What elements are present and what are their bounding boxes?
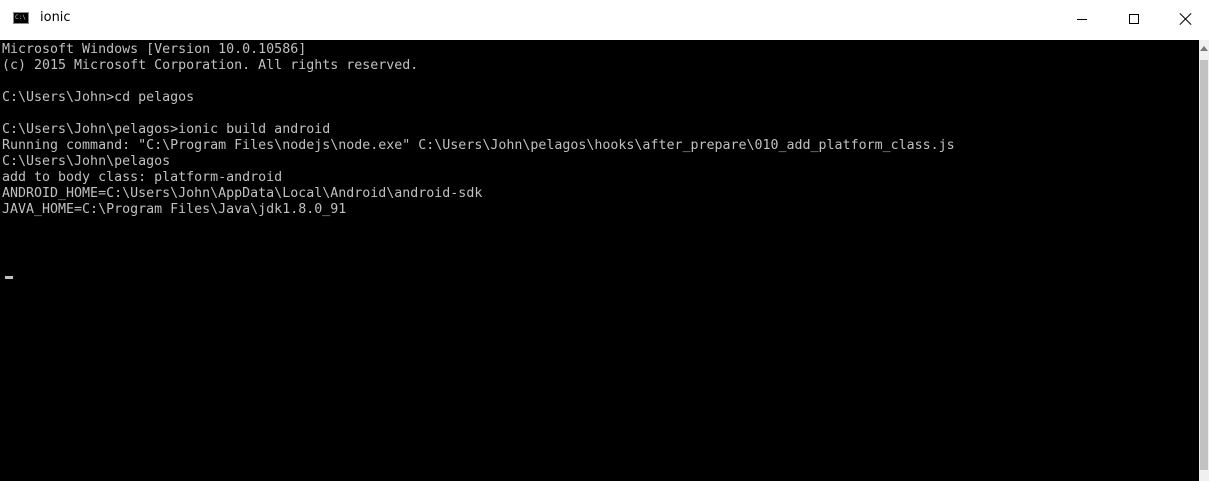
scroll-up-arrow-icon[interactable] — [1200, 46, 1208, 51]
console-line: C:\Users\John\pelagos>ionic build androi… — [2, 122, 331, 137]
console-text: Microsoft Windows [Version 10.0.10586] (… — [2, 42, 955, 218]
maximize-icon — [1129, 14, 1139, 24]
console-line: (c) 2015 Microsoft Corporation. All righ… — [2, 58, 419, 73]
scrollbar-thumb[interactable] — [1200, 60, 1208, 470]
console-line: Running command: "C:\Program Files\nodej… — [2, 138, 955, 153]
window-title: ionic — [40, 10, 71, 25]
console-line: add to body class: platform-android — [2, 170, 283, 185]
text-cursor — [5, 276, 13, 279]
console-line: JAVA_HOME=C:\Program Files\Java\jdk1.8.0… — [2, 202, 347, 217]
console-line: C:\Users\John\pelagos — [2, 154, 171, 169]
vertical-scrollbar[interactable] — [1199, 40, 1209, 481]
console-window: C:\ ionic Microsoft Windows [Version 10.… — [0, 0, 1209, 481]
close-button[interactable] — [1163, 0, 1209, 30]
minimize-button[interactable] — [1059, 0, 1105, 30]
maximize-button[interactable] — [1111, 0, 1157, 30]
minimize-icon — [1077, 18, 1087, 20]
console-app-icon[interactable]: C:\ — [13, 12, 29, 24]
console-line: C:\Users\John>cd pelagos — [2, 90, 195, 105]
console-line: Microsoft Windows [Version 10.0.10586] — [2, 42, 307, 57]
console-output-area[interactable]: Microsoft Windows [Version 10.0.10586] (… — [0, 40, 1199, 481]
close-icon — [1180, 13, 1192, 25]
title-bar[interactable]: C:\ ionic — [0, 0, 1209, 40]
console-line: ANDROID_HOME=C:\Users\John\AppData\Local… — [2, 186, 483, 201]
